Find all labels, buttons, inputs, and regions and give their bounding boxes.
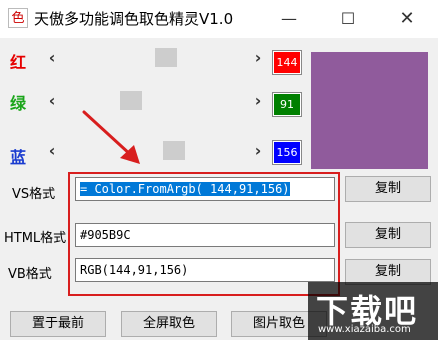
html-format-label: HTML格式 xyxy=(4,231,67,246)
vb-format-label: VB格式 xyxy=(8,267,52,282)
chevron-right-icon[interactable]: › xyxy=(250,90,266,112)
chevron-left-icon[interactable]: ‹ xyxy=(44,90,60,112)
green-value-box: 91 xyxy=(272,92,302,117)
red-label: 红 xyxy=(10,53,27,72)
copy-vs-button[interactable]: 复制 xyxy=(345,176,431,202)
full-screen-pick-button[interactable]: 全屏取色 xyxy=(121,311,217,337)
bring-to-front-button[interactable]: 置于最前 xyxy=(10,311,106,337)
red-value-box: 144 xyxy=(272,50,302,75)
red-slider-thumb[interactable] xyxy=(154,48,177,67)
green-label: 绿 xyxy=(10,94,27,113)
maximize-button[interactable]: ☐ xyxy=(325,0,371,38)
chevron-right-icon[interactable]: › xyxy=(250,140,266,162)
color-preview-swatch xyxy=(311,52,428,169)
chevron-left-icon[interactable]: ‹ xyxy=(44,47,60,69)
watermark-url: www.xiazaiba.com xyxy=(318,324,411,335)
blue-label: 蓝 xyxy=(10,148,27,167)
chevron-right-icon[interactable]: › xyxy=(250,47,266,69)
red-slider[interactable]: ‹ › xyxy=(44,47,266,69)
vs-format-label: VS格式 xyxy=(12,187,56,202)
copy-html-button[interactable]: 复制 xyxy=(345,222,431,248)
blue-slider-thumb[interactable] xyxy=(162,141,185,160)
chevron-left-icon[interactable]: ‹ xyxy=(44,140,60,162)
app-icon: 色 xyxy=(8,8,28,28)
site-watermark: 下载吧 www.xiazaiba.com xyxy=(308,282,438,340)
window-title: 天傲多功能调色取色精灵V1.0 xyxy=(34,10,234,28)
minimize-button[interactable]: — xyxy=(266,0,312,38)
annotation-arrow xyxy=(82,110,140,164)
blue-value-box: 156 xyxy=(272,140,302,165)
close-button[interactable]: ✕ xyxy=(384,0,430,38)
annotation-highlight-box xyxy=(68,172,340,296)
